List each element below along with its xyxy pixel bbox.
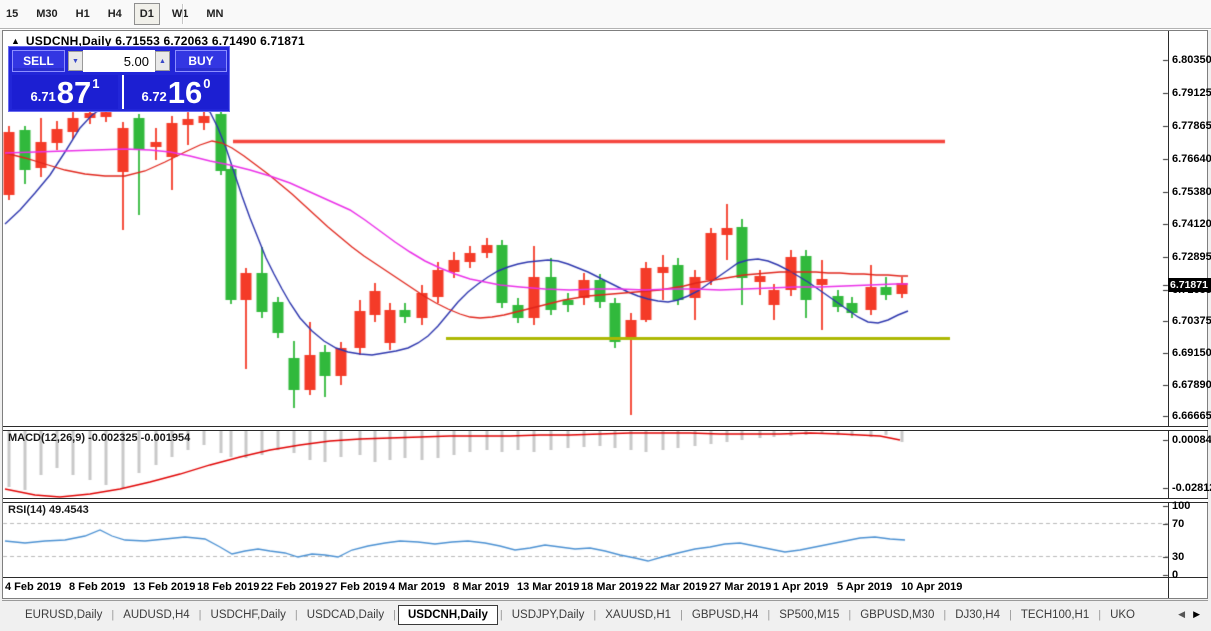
tab-usdchf-daily[interactable]: USDCHF,Daily <box>202 605 295 625</box>
tab-uko[interactable]: UKO <box>1101 605 1144 625</box>
price-axis-label: 6.66665 <box>1172 410 1211 422</box>
time-axis-label: 27 Feb 2019 <box>325 581 388 593</box>
tab-gbpusd-m30[interactable]: GBPUSD,M30 <box>851 605 943 625</box>
tab-scroll-right-icon[interactable]: ▶ <box>1193 609 1200 620</box>
time-axis-label: 1 Apr 2019 <box>773 581 829 593</box>
time-axis-label: 13 Feb 2019 <box>133 581 196 593</box>
sell-price-prefix: 6.71 <box>30 89 56 104</box>
rsi-axis-label: 70 <box>1172 518 1185 530</box>
price-axis-label: 6.80350 <box>1172 54 1211 66</box>
rsi-axis-label: 100 <box>1172 500 1191 512</box>
volume-decrease-button[interactable]: ▼ <box>68 51 83 71</box>
time-axis-line <box>3 577 1208 578</box>
price-axis-label: 6.77865 <box>1172 120 1211 132</box>
time-axis-label: 4 Mar 2019 <box>389 581 446 593</box>
sell-price-pip: 1 <box>92 76 100 91</box>
time-axis-label: 22 Mar 2019 <box>645 581 708 593</box>
triangle-down-icon: ▼ <box>72 57 79 65</box>
rsi-indicator-label: RSI(14) 49.4543 <box>8 504 89 516</box>
time-axis-label: 18 Mar 2019 <box>581 581 644 593</box>
time-axis-label: 5 Apr 2019 <box>837 581 893 593</box>
buy-price-quote[interactable]: 6.72 16 0 <box>122 75 228 109</box>
chart-tab-bar: EURUSD,Daily | AUDUSD,H4 | USDCHF,Daily | USDC… <box>2 600 1208 628</box>
time-axis-label: 13 Mar 2019 <box>517 581 580 593</box>
tab-sp500-m15[interactable]: SP500,M15 <box>770 605 848 625</box>
time-axis-label: 8 Feb 2019 <box>69 581 126 593</box>
sell-price-digits: 87 <box>56 75 92 110</box>
buy-price-digits: 16 <box>167 75 203 110</box>
current-price-marker: 6.71871 <box>1168 278 1211 292</box>
price-axis-label: 6.74120 <box>1172 218 1211 230</box>
time-axis-label: 10 Apr 2019 <box>901 581 963 593</box>
tabs-holder: EURUSD,Daily | AUDUSD,H4 | USDCHF,Daily | USDC… <box>16 604 1144 625</box>
buy-price-pip: 0 <box>203 76 211 91</box>
tab-usdcad-daily[interactable]: USDCAD,Daily <box>298 605 393 625</box>
tab-dj30-h4[interactable]: DJ30,H4 <box>946 605 1009 625</box>
price-axis-label: 6.70375 <box>1172 315 1211 327</box>
price-axis-line <box>1168 31 1169 598</box>
rsi-axis-label: 0 <box>1172 569 1179 581</box>
sell-button[interactable]: SELL <box>12 50 65 72</box>
rsi-axis-label: 30 <box>1172 551 1185 563</box>
macd-axis-label: -0.028124 <box>1172 482 1211 494</box>
sell-price-quote[interactable]: 6.71 87 1 <box>12 75 118 109</box>
triangle-up-icon: ▲ <box>159 57 166 65</box>
tab-xauusd-h1[interactable]: XAUUSD,H1 <box>596 605 680 625</box>
macd-indicator-label: MACD(12,26,9) -0.002325 -0.001954 <box>8 432 191 444</box>
volume-input[interactable] <box>83 50 155 72</box>
time-axis-label: 22 Feb 2019 <box>261 581 324 593</box>
macd-panel-separator[interactable] <box>3 426 1208 431</box>
time-axis-label: 18 Feb 2019 <box>197 581 260 593</box>
tab-scroll-left-icon[interactable]: ◀ <box>1178 609 1185 620</box>
tab-audusd-h4[interactable]: AUDUSD,H4 <box>114 605 198 625</box>
time-axis-label: 4 Feb 2019 <box>5 581 62 593</box>
one-click-trade-panel: SELL ▼ ▲ BUY 6.71 87 1 6.72 16 0 <box>8 46 230 112</box>
tab-scroll-buttons: ◀ ▶ <box>1178 609 1208 620</box>
time-axis-label: 27 Mar 2019 <box>709 581 772 593</box>
tab-usdcnh-daily[interactable]: USDCNH,Daily <box>397 604 498 625</box>
volume-increase-button[interactable]: ▲ <box>155 51 170 71</box>
buy-price-prefix: 6.72 <box>141 89 167 104</box>
expand-triangle-icon[interactable]: ▲ <box>11 36 20 46</box>
price-axis-label: 6.75380 <box>1172 186 1211 198</box>
time-axis-label: 8 Mar 2019 <box>453 581 510 593</box>
macd-axis-label: 0.000849 <box>1172 434 1211 446</box>
rsi-panel-separator[interactable] <box>3 498 1208 503</box>
buy-button[interactable]: BUY <box>175 50 227 72</box>
tab-usdjpy-daily[interactable]: USDJPY,Daily <box>503 605 594 625</box>
tab-divider: | <box>393 608 396 621</box>
tab-eurusd-daily[interactable]: EURUSD,Daily <box>16 605 111 625</box>
price-axis-label: 6.72895 <box>1172 251 1211 263</box>
tab-gbpusd-h4[interactable]: GBPUSD,H4 <box>683 605 767 625</box>
price-axis-label: 6.69150 <box>1172 347 1211 359</box>
price-axis-label: 6.76640 <box>1172 153 1211 165</box>
price-axis-label: 6.79125 <box>1172 87 1211 99</box>
price-axis-label: 6.67890 <box>1172 379 1211 391</box>
tab-tech100-h1[interactable]: TECH100,H1 <box>1012 605 1098 625</box>
